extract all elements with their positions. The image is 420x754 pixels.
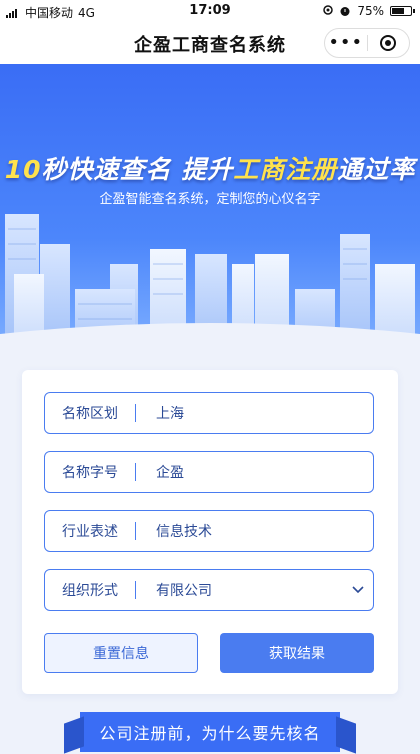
org-form-label: 组织形式 (62, 583, 118, 599)
battery-icon (390, 6, 415, 16)
chevron-down-icon[interactable] (343, 586, 373, 594)
battery-percent: 75% (357, 4, 384, 18)
battery-fill (392, 8, 404, 14)
brand-name-label: 名称字号 (62, 465, 118, 481)
industry-input[interactable]: 信息技术 (136, 521, 373, 541)
mini-program-capsule: ••• (324, 28, 410, 58)
headline-highlight: 工商注册 (233, 155, 338, 184)
headline-part-c: 通过率 (337, 155, 416, 184)
headline-number: 10 (4, 155, 42, 184)
banner-headline: 10秒快速查名 提升工商注册通过率 (0, 150, 420, 186)
city-skyline-illustration (0, 214, 420, 354)
location-icon (323, 5, 334, 15)
org-form-select[interactable]: 组织形式 有限公司 (44, 569, 374, 611)
target-close-icon (380, 35, 397, 51)
industry-field[interactable]: 行业表述 信息技术 (44, 510, 374, 552)
region-field[interactable]: 名称区划 上海 (44, 392, 374, 434)
hero-banner: 10秒快速查名 提升工商注册通过率 企盈智能查名系统，定制您的心仪名字 (0, 64, 420, 354)
nav-bar: 企盈工商查名系统 ••• (0, 22, 420, 64)
brand-name-field[interactable]: 名称字号 企盈 (44, 451, 374, 493)
status-bar: 中国移动 4G 17:09 75% (0, 0, 420, 22)
section-ribbon: 公司注册前，为什么要先核名 (80, 712, 340, 752)
get-result-button[interactable]: 获取结果 (220, 633, 374, 673)
alarm-icon (340, 7, 350, 16)
region-label: 名称区划 (62, 406, 118, 422)
brand-name-input[interactable]: 企盈 (136, 462, 373, 482)
headline-part-a: 秒快速查名 提升 (41, 155, 234, 184)
industry-label: 行业表述 (62, 524, 118, 540)
org-form-value[interactable]: 有限公司 (136, 580, 343, 600)
name-check-form: 名称区划 上海 名称字号 企盈 行业表述 信息技术 组织形式 有限公司 重置信息… (22, 370, 398, 694)
reset-button[interactable]: 重置信息 (44, 633, 198, 673)
status-right: 75% (323, 4, 415, 18)
close-button[interactable] (368, 35, 410, 51)
region-input[interactable]: 上海 (136, 403, 373, 423)
more-dots-icon[interactable]: ••• (325, 34, 367, 52)
